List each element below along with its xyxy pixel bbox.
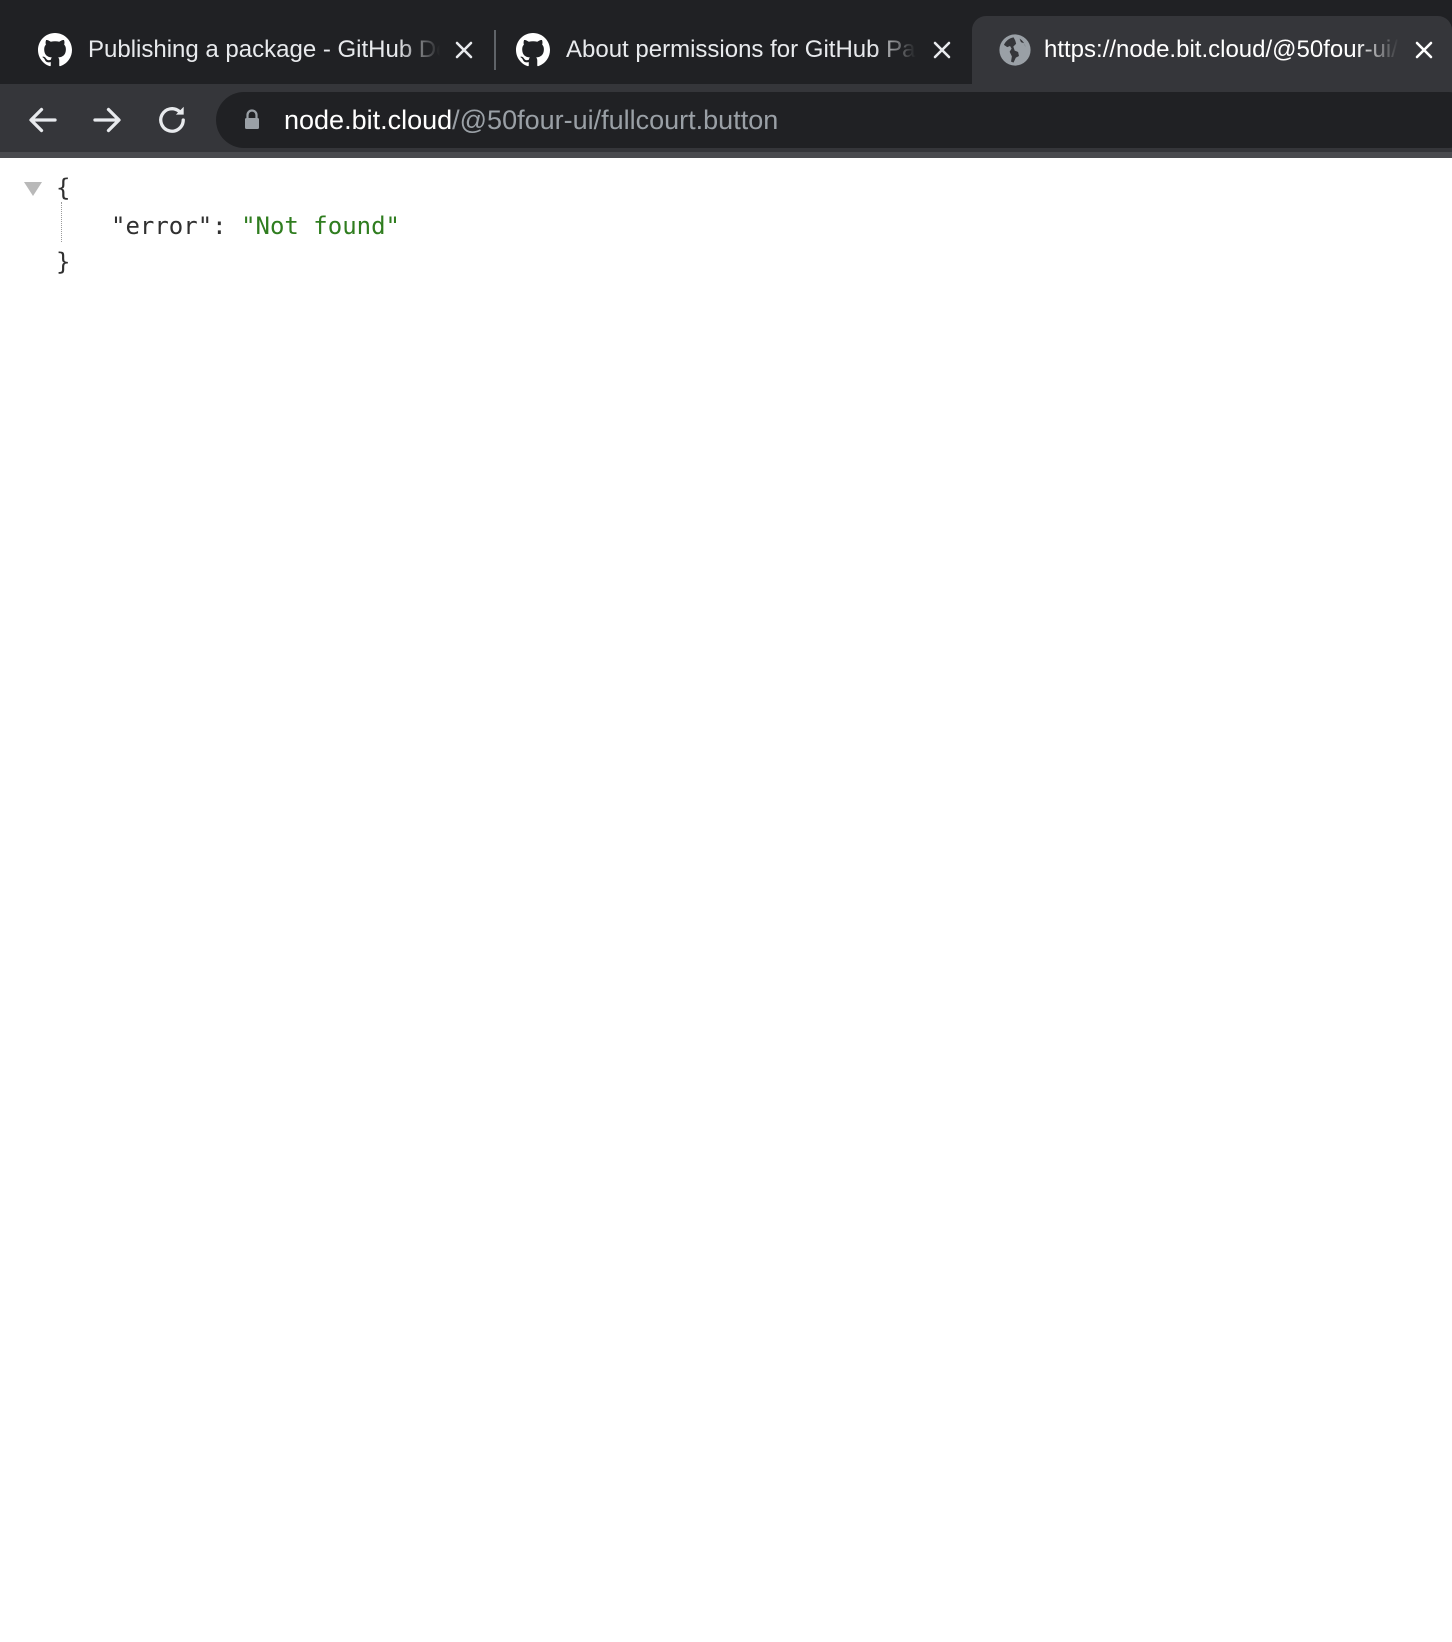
page-content: { "error": "Not found" }	[0, 158, 1452, 1642]
tab-node-bit-cloud[interactable]: https://node.bit.cloud/@50four-ui/fullco…	[972, 16, 1452, 84]
url-text: node.bit.cloud/@50four-ui/fullcourt.butt…	[284, 92, 778, 148]
tab-publishing-package[interactable]: Publishing a package - GitHub Docs	[0, 16, 490, 84]
github-icon	[516, 33, 550, 67]
close-icon[interactable]	[1412, 38, 1436, 62]
json-entry: "error": "Not found"	[111, 210, 400, 242]
tab-about-permissions[interactable]: About permissions for GitHub Packages - …	[478, 16, 968, 84]
json-colon: :	[212, 212, 242, 240]
tab-title: https://node.bit.cloud/@50four-ui/fullco…	[1044, 36, 1399, 63]
json-open-brace: {	[56, 174, 71, 202]
close-icon[interactable]	[930, 38, 954, 62]
json-key: "error"	[111, 212, 213, 240]
tab-title: Publishing a package - GitHub Docs	[88, 36, 440, 63]
forward-arrow-icon[interactable]	[89, 102, 125, 138]
tab-strip: Publishing a package - GitHub Docs About…	[0, 0, 1452, 84]
indent-guide	[61, 202, 62, 242]
reload-icon[interactable]	[154, 102, 190, 138]
browser-toolbar: node.bit.cloud/@50four-ui/fullcourt.butt…	[0, 84, 1452, 156]
globe-icon	[999, 34, 1031, 66]
back-arrow-icon[interactable]	[25, 102, 61, 138]
url-path: /@50four-ui/fullcourt.button	[452, 105, 779, 135]
url-host: node.bit.cloud	[284, 105, 453, 135]
close-icon[interactable]	[452, 38, 476, 62]
github-icon	[38, 33, 72, 67]
collapse-toggle-icon[interactable]	[24, 182, 42, 196]
json-value: "Not found"	[241, 212, 401, 240]
tab-title: About permissions for GitHub Packages - …	[566, 36, 916, 63]
address-bar[interactable]: node.bit.cloud/@50four-ui/fullcourt.butt…	[216, 92, 1452, 148]
json-close-brace: }	[56, 248, 71, 276]
lock-icon[interactable]	[242, 108, 262, 132]
